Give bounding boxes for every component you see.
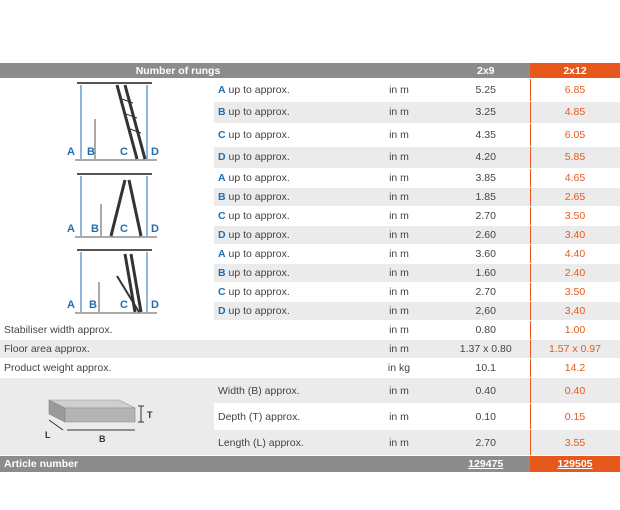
table-row: Floor area approx. in m 1.37 x 0.80 1.57… <box>0 339 620 359</box>
ladder-diagram-leaning: A B C D <box>0 78 214 169</box>
article-number-label: Article number <box>0 455 356 473</box>
svg-text:D: D <box>151 299 159 311</box>
svg-text:B: B <box>87 146 95 158</box>
package-depth-label: Depth (T) approx. <box>214 403 356 430</box>
svg-text:L: L <box>45 430 51 440</box>
ladder-diagram-standing: A B C D <box>0 168 214 245</box>
table-row: A B C D A up to approx. in m 5.25 6.85 <box>0 78 620 169</box>
ladder-diagram-stairs: A B C D <box>0 244 214 321</box>
svg-text:C: C <box>120 146 128 158</box>
header-col-2x12: 2x12 <box>529 63 620 79</box>
table-header: Number of rungs 2x9 2x12 <box>0 63 620 79</box>
table-row: A B C D A up to approx. in m 3.85 4.65 <box>0 168 620 245</box>
product-weight-label: Product weight approx. <box>0 358 356 378</box>
svg-text:T: T <box>147 410 153 420</box>
row-label: A up to approx. <box>214 78 356 102</box>
svg-text:D: D <box>151 146 159 158</box>
package-box-icon: T L B <box>45 399 153 444</box>
ladder-leaning-icon: A B C D <box>67 82 159 161</box>
package-length-label: Length (L) approx. <box>214 429 356 456</box>
spec-table: Number of rungs 2x9 2x12 A B C D A up to… <box>0 63 620 473</box>
table-footer: Article number 129475 129505 <box>0 455 620 473</box>
ladder-standing-icon: A B C D <box>67 173 159 238</box>
svg-text:B: B <box>99 434 106 444</box>
ladder-stairs-icon: A B C D <box>67 249 159 314</box>
table-row: A B C D A up to approx. in m 3.60 4.40 <box>0 244 620 321</box>
svg-text:D: D <box>151 223 159 235</box>
svg-text:A: A <box>67 146 75 158</box>
floor-area-label: Floor area approx. <box>0 339 356 359</box>
table-row: Product weight approx. in kg 10.1 14.2 <box>0 358 620 378</box>
article-link-129475[interactable]: 129475 <box>468 458 503 470</box>
article-link-129505[interactable]: 129505 <box>557 458 592 470</box>
svg-text:B: B <box>89 299 97 311</box>
svg-text:A: A <box>67 223 75 235</box>
package-diagram: T L B <box>0 377 214 456</box>
package-width-label: Width (B) approx. <box>214 377 356 404</box>
table-row: Stabiliser width approx. in m 0.80 1.00 <box>0 320 620 340</box>
svg-text:A: A <box>67 299 75 311</box>
header-title: Number of rungs <box>0 63 356 79</box>
svg-text:B: B <box>91 223 99 235</box>
spec-sheet: Number of rungs 2x9 2x12 A B C D A up to… <box>0 63 620 473</box>
stabiliser-width-label: Stabiliser width approx. <box>0 320 356 340</box>
table-row: T L B Width (B) approx. in m 0.40 0.40 <box>0 377 620 456</box>
header-col-2x9: 2x9 <box>442 63 530 79</box>
svg-text:C: C <box>120 299 128 311</box>
svg-text:C: C <box>120 223 128 235</box>
